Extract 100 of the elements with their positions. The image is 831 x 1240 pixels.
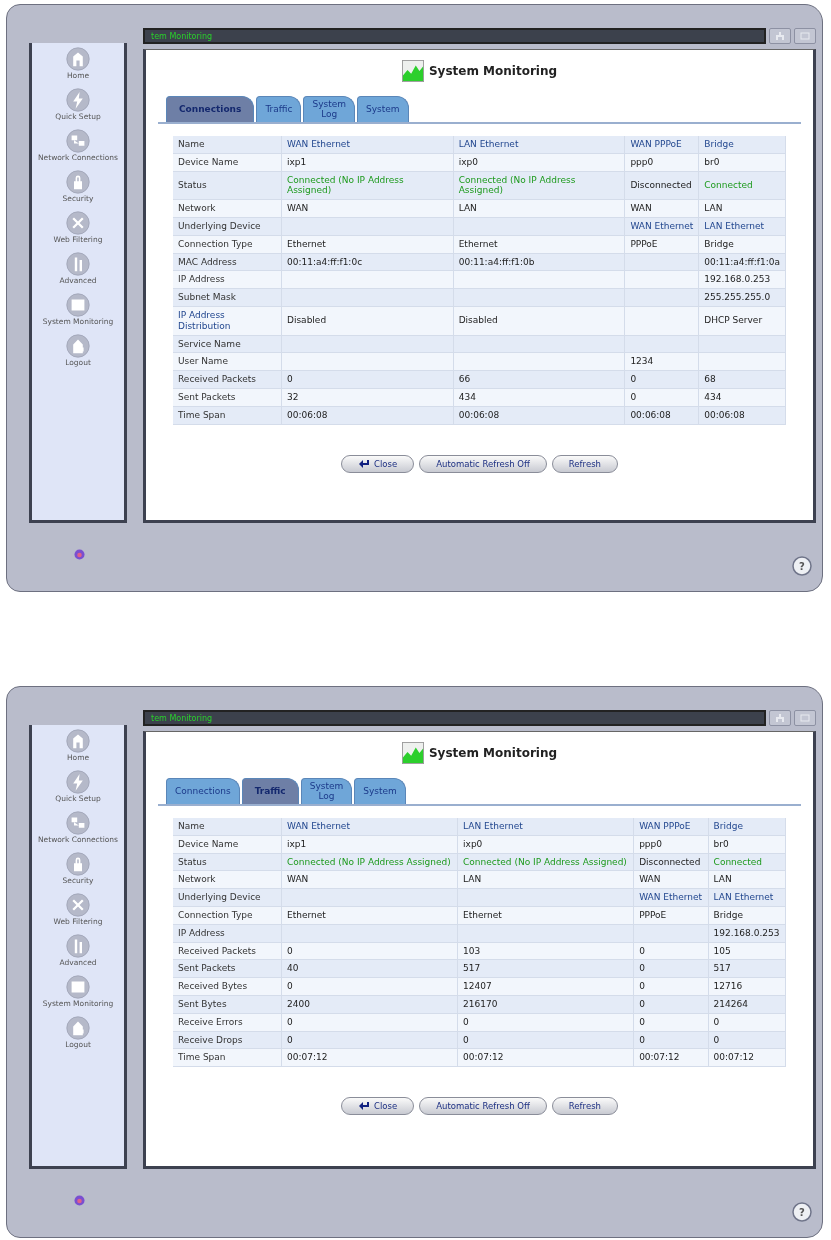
window-title: tem Monitoring (151, 713, 213, 723)
table-cell: br0 (708, 835, 786, 854)
tab[interactable]: System Log (300, 778, 353, 804)
page-heading: System Monitoring (428, 746, 558, 760)
tab[interactable]: System (357, 96, 409, 122)
table-cell: 00:06:08 (624, 406, 699, 425)
help-icon[interactable]: ? (792, 556, 812, 576)
table-cell: 0 (708, 1031, 786, 1049)
table-cell: Connected (708, 853, 786, 871)
table-cell: LAN (708, 870, 786, 889)
house-icon (66, 1016, 90, 1040)
table-cell: 00:11:a4:ff:f1:0b (453, 253, 625, 271)
action-button[interactable]: Close (341, 1097, 415, 1116)
table-cell: 214264 (708, 995, 786, 1014)
table-cell: 103 (457, 942, 634, 960)
table-cell: WAN PPPoE (633, 818, 709, 836)
row-label: Sent Packets (173, 388, 282, 407)
row-label: Connection Type (173, 235, 282, 254)
row-label: IP Address Distribution (173, 306, 282, 336)
row-label: Network (173, 870, 282, 889)
row-label: Time Span (173, 1048, 282, 1067)
table-cell: Bridge (708, 906, 786, 925)
table-cell: 00:06:08 (453, 406, 625, 425)
table-cell: 0 (633, 995, 709, 1014)
network-icon (775, 31, 785, 41)
table-cell: 00:11:a4:ff:f1:0c (281, 253, 454, 271)
table-cell: WAN Ethernet (633, 888, 709, 907)
table-cell: PPPoE (624, 235, 699, 254)
window-button[interactable] (794, 710, 816, 726)
table-cell: Bridge (698, 235, 786, 254)
table-cell: WAN Ethernet (281, 136, 454, 154)
row-label: Connection Type (173, 906, 282, 925)
table-cell: 0 (633, 1031, 709, 1049)
row-label: Time Span (173, 406, 282, 425)
row-label: IP Address (173, 924, 282, 943)
table-cell: 517 (708, 959, 786, 978)
table-cell: Disabled (281, 306, 454, 336)
tab[interactable]: Traffic (241, 778, 299, 804)
tab[interactable]: System (354, 778, 406, 804)
tab[interactable]: Connections (166, 778, 240, 804)
table-cell: 0 (624, 370, 699, 389)
table-cell: Ethernet (281, 235, 454, 254)
row-label: Sent Bytes (173, 995, 282, 1014)
table-cell: Ethernet (281, 906, 458, 925)
page-heading: System Monitoring (428, 64, 558, 78)
row-label: Receive Errors (173, 1013, 282, 1032)
table-cell: 40 (281, 959, 458, 978)
table-cell: ixp0 (453, 153, 625, 172)
table-cell: ixp1 (281, 153, 454, 172)
window-button[interactable] (794, 28, 816, 44)
action-button[interactable]: Automatic Refresh Off (419, 1097, 547, 1116)
return-arrow-icon (358, 458, 371, 469)
table-cell: DHCP Server (698, 306, 786, 336)
table-cell: 0 (281, 942, 458, 960)
table-cell: 192.168.0.253 (698, 270, 786, 289)
row-label: Sent Packets (173, 959, 282, 978)
action-button[interactable]: Close (341, 454, 415, 473)
house-icon (66, 334, 90, 358)
table-cell: 00:06:08 (281, 406, 454, 425)
table-cell: 0 (633, 1013, 709, 1032)
action-button[interactable]: Refresh (551, 1097, 618, 1116)
help-icon[interactable]: ? (792, 1202, 812, 1222)
tab[interactable]: Traffic (256, 96, 302, 122)
table-cell: ppp0 (633, 835, 709, 854)
action-button[interactable]: Refresh (551, 454, 618, 473)
status-orb-icon (73, 548, 85, 560)
table-cell: 12716 (708, 977, 786, 996)
table-cell: 00:07:12 (633, 1048, 709, 1067)
row-label: Received Bytes (173, 977, 282, 996)
table-cell: 2400 (281, 995, 458, 1014)
window-title: tem Monitoring (151, 31, 213, 41)
table-cell: Connected (698, 171, 786, 200)
table-cell: LAN (453, 199, 625, 218)
action-button[interactable]: Automatic Refresh Off (419, 454, 547, 473)
network-button[interactable] (769, 710, 791, 726)
row-label: Status (173, 171, 282, 200)
table-cell: 00:07:12 (708, 1048, 786, 1067)
network-icon (66, 811, 90, 835)
table-cell: WAN (281, 199, 454, 218)
tab[interactable]: Connections (166, 96, 255, 122)
table-cell: LAN Ethernet (453, 136, 625, 154)
table-cell: 32 (281, 388, 454, 407)
row-label: Underlying Device (173, 888, 282, 907)
table-cell: LAN Ethernet (708, 888, 786, 907)
table-cell: Disabled (453, 306, 625, 336)
table-cell: LAN (698, 199, 786, 218)
tab[interactable]: System Log (303, 96, 355, 122)
table-cell: Connected (No IP Address Assigned) (457, 853, 634, 871)
table-cell: Ethernet (457, 906, 634, 925)
table-cell: 434 (453, 388, 625, 407)
table-cell: Bridge (698, 136, 786, 154)
row-label: Received Packets (173, 370, 282, 389)
row-label: Device Name (173, 153, 282, 172)
network-button[interactable] (769, 28, 791, 44)
row-label: User Name (173, 352, 282, 371)
lightning-icon (66, 88, 90, 112)
home-icon (66, 47, 90, 71)
lightning-icon (66, 770, 90, 794)
return-arrow-icon (358, 1101, 371, 1112)
table-cell: Connected (No IP Address Assigned) (453, 171, 625, 200)
